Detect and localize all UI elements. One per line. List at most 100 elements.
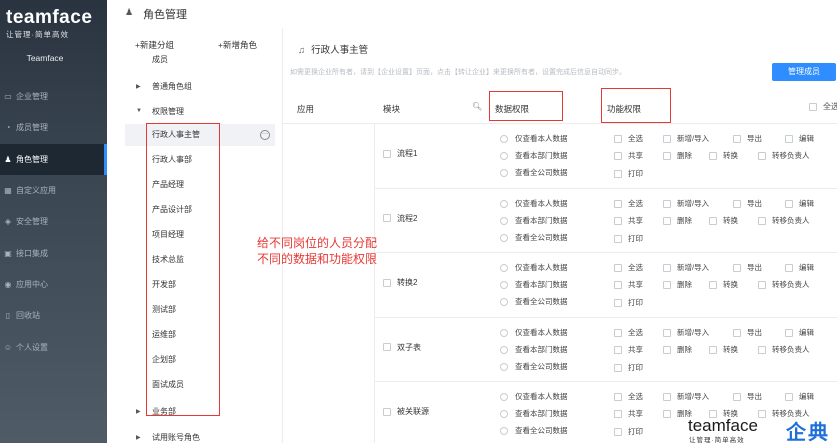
checkbox[interactable] <box>758 345 766 354</box>
func-option[interactable]: 打印 <box>614 233 643 244</box>
checkbox[interactable] <box>663 199 671 208</box>
radio[interactable] <box>500 199 508 208</box>
select-all-checkbox[interactable]: 全选 <box>809 101 837 112</box>
checkbox[interactable] <box>663 281 671 290</box>
checkbox[interactable] <box>663 328 671 337</box>
func-option[interactable]: 删除 <box>663 215 692 226</box>
checkbox[interactable] <box>663 216 671 225</box>
caret-down-icon[interactable]: ▼ <box>136 108 142 114</box>
func-option[interactable]: 导出 <box>733 391 762 402</box>
func-option[interactable]: 删除 <box>663 150 692 161</box>
func-option[interactable]: 打印 <box>614 426 643 437</box>
checkbox[interactable] <box>709 345 717 354</box>
checkbox[interactable] <box>709 281 717 290</box>
checkbox[interactable] <box>758 216 766 225</box>
radio[interactable] <box>500 427 508 436</box>
data-option[interactable]: 仅查看本人数据 <box>500 391 568 402</box>
checkbox[interactable] <box>733 199 741 208</box>
data-option[interactable]: 查看全公司数据 <box>500 167 568 178</box>
func-option[interactable]: 打印 <box>614 168 643 179</box>
checkbox[interactable] <box>785 393 793 402</box>
radio[interactable] <box>500 362 508 371</box>
radio[interactable] <box>500 393 508 402</box>
func-option[interactable]: 共享 <box>614 150 643 161</box>
func-option[interactable]: 打印 <box>614 362 643 373</box>
checkbox[interactable] <box>733 264 741 273</box>
checkbox[interactable] <box>733 135 741 144</box>
data-option[interactable]: 查看全公司数据 <box>500 425 568 436</box>
func-option[interactable]: 转移负责人 <box>758 279 810 290</box>
func-option[interactable]: 新增/导入 <box>663 133 709 144</box>
data-option[interactable]: 查看全公司数据 <box>500 361 568 372</box>
func-option[interactable]: 转换 <box>709 344 738 355</box>
checkbox[interactable] <box>614 393 622 402</box>
data-option[interactable]: 仅查看本人数据 <box>500 262 568 273</box>
radio[interactable] <box>500 298 508 307</box>
module-cell[interactable]: 流程2 <box>383 213 417 224</box>
tree-node-members[interactable]: 成员 <box>152 54 168 65</box>
checkbox[interactable] <box>733 328 741 337</box>
more-options-icon[interactable]: ··· <box>260 130 270 140</box>
sidebar-item-trash[interactable]: ▯ 回收站 <box>0 300 107 331</box>
func-option[interactable]: 新增/导入 <box>663 391 709 402</box>
checkbox[interactable] <box>614 152 622 161</box>
checkbox[interactable] <box>383 278 391 287</box>
data-option[interactable]: 查看本部门数据 <box>500 279 568 290</box>
func-option[interactable]: 编辑 <box>785 133 814 144</box>
func-option[interactable]: 共享 <box>614 279 643 290</box>
checkbox[interactable] <box>809 102 817 111</box>
func-option[interactable]: 转移负责人 <box>758 150 810 161</box>
checkbox[interactable] <box>663 135 671 144</box>
func-option[interactable]: 共享 <box>614 408 643 419</box>
func-option[interactable]: 转换 <box>709 215 738 226</box>
sidebar-item-app-center[interactable]: ◉ 应用中心 <box>0 269 107 300</box>
checkbox[interactable] <box>663 345 671 354</box>
data-option[interactable]: 仅查看本人数据 <box>500 133 568 144</box>
data-option[interactable]: 查看本部门数据 <box>500 408 568 419</box>
caret-right-icon[interactable]: ▶ <box>136 434 141 441</box>
checkbox[interactable] <box>614 281 622 290</box>
func-option[interactable]: 编辑 <box>785 391 814 402</box>
caret-right-icon[interactable]: ▶ <box>136 83 141 90</box>
func-option[interactable]: 全选 <box>614 262 643 273</box>
checkbox[interactable] <box>709 152 717 161</box>
checkbox[interactable] <box>663 264 671 273</box>
module-cell[interactable]: 被关联源 <box>383 406 429 417</box>
sidebar-item-custom-app[interactable]: ▦ 自定义应用 <box>0 175 107 206</box>
checkbox[interactable] <box>614 299 622 308</box>
func-option[interactable]: 转移负责人 <box>758 344 810 355</box>
caret-right-icon[interactable]: ▶ <box>136 408 141 415</box>
func-option[interactable]: 全选 <box>614 133 643 144</box>
checkbox[interactable] <box>383 407 391 416</box>
func-option[interactable]: 转换 <box>709 279 738 290</box>
func-option[interactable]: 新增/导入 <box>663 262 709 273</box>
func-option[interactable]: 转换 <box>709 150 738 161</box>
func-option[interactable]: 导出 <box>733 133 762 144</box>
tree-group-trial[interactable]: 试用账号角色 <box>152 432 200 443</box>
checkbox[interactable] <box>383 214 391 223</box>
func-option[interactable]: 删除 <box>663 279 692 290</box>
checkbox[interactable] <box>785 328 793 337</box>
func-option[interactable]: 共享 <box>614 215 643 226</box>
checkbox[interactable] <box>614 234 622 243</box>
checkbox[interactable] <box>709 216 717 225</box>
radio[interactable] <box>500 410 508 419</box>
tree-group-normal[interactable]: 普通角色组 <box>152 81 192 92</box>
sidebar-item-api[interactable]: ▣ 接口集成 <box>0 237 107 268</box>
checkbox[interactable] <box>663 393 671 402</box>
radio[interactable] <box>500 264 508 273</box>
func-option[interactable]: 编辑 <box>785 327 814 338</box>
checkbox[interactable] <box>663 410 671 419</box>
radio[interactable] <box>500 281 508 290</box>
data-option[interactable]: 仅查看本人数据 <box>500 198 568 209</box>
func-option[interactable]: 编辑 <box>785 198 814 209</box>
checkbox[interactable] <box>614 264 622 273</box>
module-cell[interactable]: 流程1 <box>383 148 417 159</box>
checkbox[interactable] <box>758 152 766 161</box>
data-option[interactable]: 查看全公司数据 <box>500 232 568 243</box>
search-icon[interactable]: 🔍︎ <box>472 102 482 111</box>
sidebar-item-members[interactable]: ◔ 成员管理 <box>0 112 107 143</box>
checkbox[interactable] <box>785 199 793 208</box>
radio[interactable] <box>500 233 508 242</box>
radio[interactable] <box>500 152 508 161</box>
